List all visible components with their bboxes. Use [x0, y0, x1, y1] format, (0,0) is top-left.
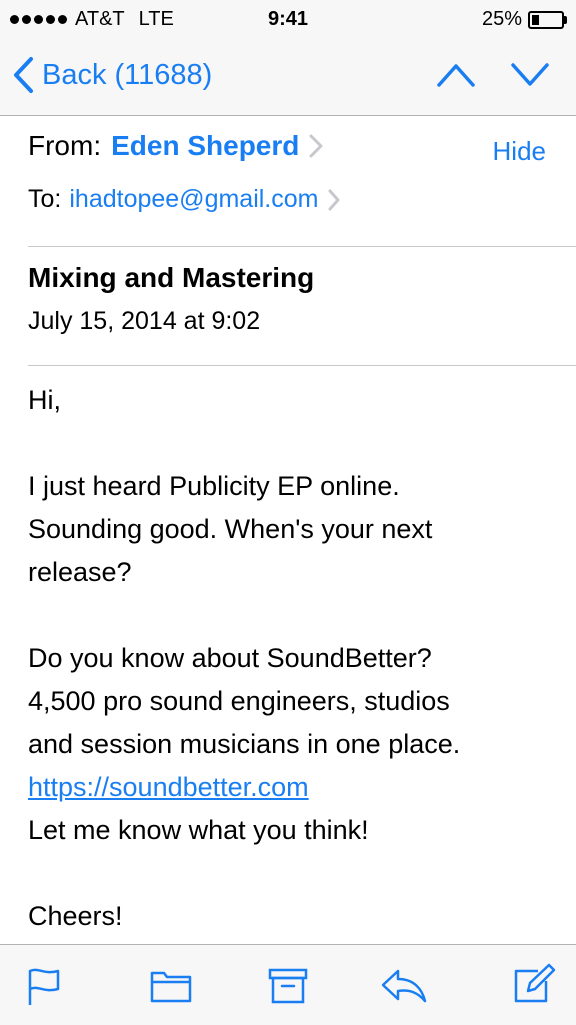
flag-icon	[28, 968, 60, 1005]
chevron-up-icon	[437, 64, 475, 87]
folder-icon	[150, 971, 192, 1003]
archive-icon	[268, 968, 308, 1004]
move-to-folder-button[interactable]	[150, 967, 192, 1010]
status-bar: AT&T LTE 9:41 25%	[0, 0, 576, 38]
from-row: From: Eden Sheperd	[28, 130, 323, 162]
chevron-left-icon	[14, 57, 33, 93]
from-label: From:	[28, 130, 102, 161]
body-line: Do you know about SoundBetter?	[28, 643, 432, 673]
next-message-button[interactable]	[510, 60, 550, 95]
email-subject: Mixing and Mastering	[28, 262, 315, 293]
hide-button[interactable]: Hide	[493, 136, 546, 167]
body-line: release?	[28, 557, 132, 587]
body-line: and session musicians in one place.	[28, 729, 461, 759]
status-right: 25%	[481, 8, 567, 31]
to-row: To: ihadtopee@gmail.com	[28, 185, 340, 214]
compose-button[interactable]	[512, 963, 556, 1010]
soundbetter-link[interactable]: https://soundbetter.com	[28, 772, 309, 802]
archive-button[interactable]	[268, 967, 308, 1010]
sender-name[interactable]: Eden Sheperd	[111, 130, 299, 162]
email-body: Hi, I just heard Publicity EP online. So…	[28, 379, 548, 938]
navigation-bar: Back (11688)	[0, 38, 576, 116]
to-label: To:	[28, 185, 62, 213]
compose-icon	[514, 963, 556, 1003]
chevron-right-icon	[309, 134, 323, 158]
greeting: Hi,	[28, 385, 61, 415]
back-button[interactable]: Back (11688)	[12, 56, 212, 94]
reply-button[interactable]	[380, 967, 428, 1010]
header-divider	[28, 246, 576, 247]
body-line: Let me know what you think!	[28, 815, 369, 845]
signoff: Cheers!	[28, 901, 123, 931]
bottom-toolbar	[0, 944, 576, 1025]
subject-divider	[28, 365, 576, 366]
reply-icon	[381, 969, 427, 1003]
recipient-email[interactable]: ihadtopee@gmail.com	[69, 185, 318, 214]
battery-percent: 25%	[481, 8, 522, 30]
chevron-down-icon	[511, 63, 549, 86]
body-line: I just heard Publicity EP online.	[28, 471, 400, 501]
body-line: Sounding good. When's your next	[28, 514, 433, 544]
previous-message-button[interactable]	[436, 60, 476, 95]
email-date: July 15, 2014 at 9:02	[28, 307, 261, 335]
body-line: 4,500 pro sound engineers, studios	[28, 686, 450, 716]
flag-button[interactable]	[26, 967, 62, 1012]
back-label: Back (11688)	[42, 58, 213, 91]
chevron-right-icon	[328, 189, 340, 210]
battery-icon	[528, 10, 567, 29]
